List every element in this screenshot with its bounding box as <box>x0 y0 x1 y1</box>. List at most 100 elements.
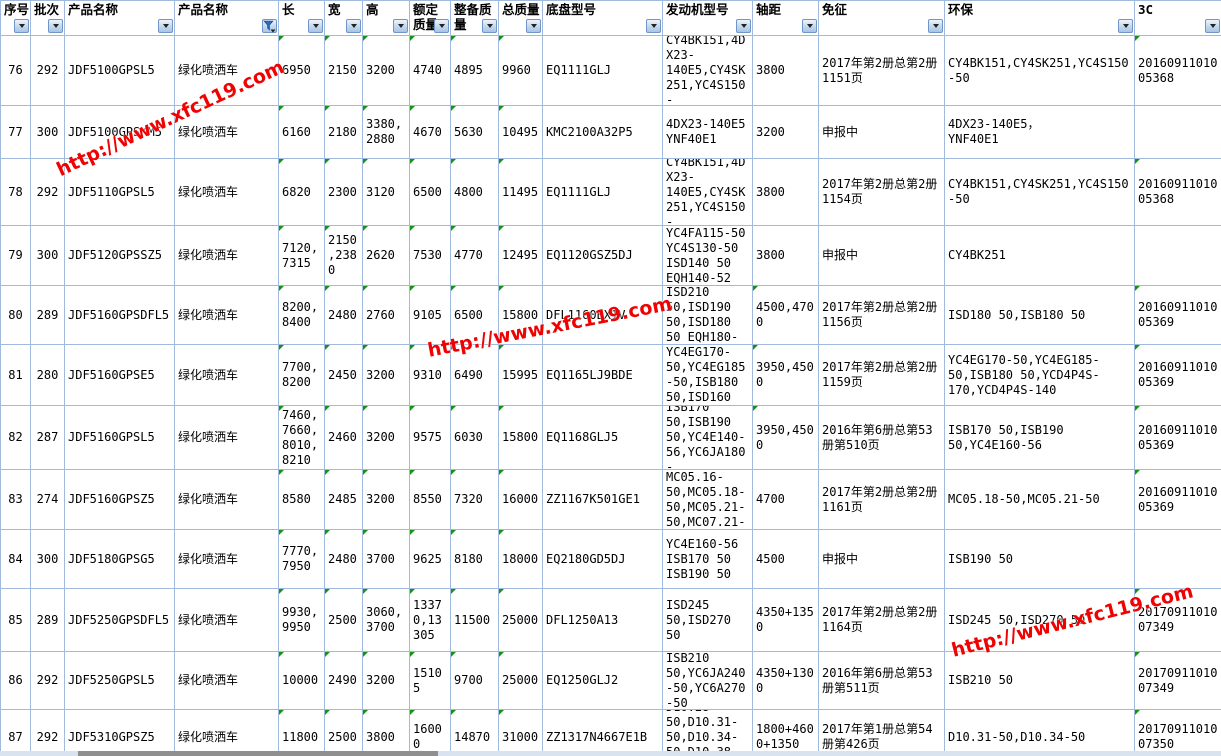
cell-chassis-model[interactable]: EQ1111GLJ <box>543 159 663 226</box>
cell-environmental[interactable]: CY4BK251 <box>945 226 1135 286</box>
cell-product-name[interactable]: 绿化喷洒车 <box>175 226 279 286</box>
cell-chassis-model[interactable]: ZZ1317N4667E1B <box>543 710 663 756</box>
cell-wheelbase[interactable]: 4350+1350 <box>753 589 819 652</box>
cell-exemption[interactable]: 申报中 <box>819 226 945 286</box>
cell-gross-mass[interactable]: 25000 <box>499 589 543 652</box>
cell-width[interactable]: 2500 <box>325 710 363 756</box>
cell-length[interactable]: 7120,7315 <box>279 226 325 286</box>
cell-width[interactable]: 2150,2380 <box>325 226 363 286</box>
cell-serial[interactable]: 81 <box>1 345 31 406</box>
cell-curb-mass[interactable]: 14870 <box>451 710 499 756</box>
cell-height[interactable]: 3200 <box>363 470 410 530</box>
cell-curb-mass[interactable]: 4895 <box>451 36 499 106</box>
cell-wheelbase[interactable]: 3950,4500 <box>753 345 819 406</box>
cell-exemption[interactable]: 2017年第2册总第2册1159页 <box>819 345 945 406</box>
cell-product-code[interactable]: JDF5110GPSL5 <box>65 159 175 226</box>
filter-dropdown-button[interactable] <box>928 19 943 33</box>
filter-dropdown-button[interactable] <box>1205 19 1220 33</box>
cell-batch[interactable]: 292 <box>31 159 65 226</box>
cell-wheelbase[interactable]: 3800 <box>753 226 819 286</box>
cell-curb-mass[interactable]: 6490 <box>451 345 499 406</box>
cell-rated-mass[interactable]: 8550 <box>410 470 451 530</box>
cell-width[interactable]: 2485 <box>325 470 363 530</box>
cell-product-name[interactable]: 绿化喷洒车 <box>175 652 279 710</box>
cell-serial[interactable]: 82 <box>1 406 31 470</box>
cell-wheelbase[interactable]: 3950,4500 <box>753 406 819 470</box>
cell-ccc[interactable]: 2016091101005368 <box>1135 159 1221 226</box>
header-curb-mass[interactable]: 整备质量 <box>451 1 499 36</box>
cell-height[interactable]: 2760 <box>363 286 410 345</box>
filter-dropdown-button[interactable] <box>308 19 323 33</box>
cell-environmental[interactable]: ISB170 50,ISB190 50,YC4E160-56 <box>945 406 1135 470</box>
cell-chassis-model[interactable]: EQ1168GLJ5 <box>543 406 663 470</box>
cell-length[interactable]: 9930,9950 <box>279 589 325 652</box>
header-length[interactable]: 长 <box>279 1 325 36</box>
cell-exemption[interactable]: 2017年第2册总第2册1161页 <box>819 470 945 530</box>
cell-wheelbase[interactable]: 1800+4600+1350 <box>753 710 819 756</box>
cell-ccc[interactable]: 2016091101005369 <box>1135 406 1221 470</box>
cell-environmental[interactable]: ISB210 50 <box>945 652 1135 710</box>
cell-chassis-model[interactable]: DFL1250A13 <box>543 589 663 652</box>
cell-length[interactable]: 7700,8200 <box>279 345 325 406</box>
cell-engine-model[interactable]: 4DX23-140E5 YNF40E1 <box>663 106 753 159</box>
cell-gross-mass[interactable]: 15995 <box>499 345 543 406</box>
cell-chassis-model[interactable]: EQ1111GLJ <box>543 36 663 106</box>
cell-rated-mass[interactable]: 6500 <box>410 159 451 226</box>
cell-height[interactable]: 3200 <box>363 36 410 106</box>
cell-width[interactable]: 2480 <box>325 530 363 589</box>
cell-engine-model[interactable]: D10.28-50,D10.31-50,D10.34-50,D10.38-50 <box>663 710 753 756</box>
cell-product-code[interactable]: JDF5250GPSDFL5 <box>65 589 175 652</box>
cell-length[interactable]: 6950 <box>279 36 325 106</box>
cell-batch[interactable]: 300 <box>31 226 65 286</box>
cell-chassis-model[interactable]: DFL1160BX1V <box>543 286 663 345</box>
cell-ccc[interactable]: 2016091101005369 <box>1135 286 1221 345</box>
cell-batch[interactable]: 289 <box>31 589 65 652</box>
cell-exemption[interactable]: 2017年第2册总第2册1151页 <box>819 36 945 106</box>
cell-curb-mass[interactable]: 5630 <box>451 106 499 159</box>
header-product-code[interactable]: 产品名称 <box>65 1 175 36</box>
filter-dropdown-button[interactable] <box>393 19 408 33</box>
cell-batch[interactable]: 300 <box>31 530 65 589</box>
cell-exemption[interactable]: 2017年第2册总第2册1154页 <box>819 159 945 226</box>
scrollbar-thumb[interactable] <box>78 751 438 756</box>
cell-rated-mass[interactable]: 13370,13305 <box>410 589 451 652</box>
filter-dropdown-button[interactable] <box>736 19 751 33</box>
cell-engine-model[interactable]: ISB170 50,ISB190 50,YC4E140-56,YC6JA180- <box>663 406 753 470</box>
cell-rated-mass[interactable]: 9310 <box>410 345 451 406</box>
cell-length[interactable]: 6160 <box>279 106 325 159</box>
cell-exemption[interactable]: 2017年第1册总第54册第426页 <box>819 710 945 756</box>
cell-gross-mass[interactable]: 18000 <box>499 530 543 589</box>
cell-length[interactable]: 10000 <box>279 652 325 710</box>
cell-engine-model[interactable]: YC4EG170-50,YC4EG185-50,ISB180 50,ISD160 <box>663 345 753 406</box>
cell-environmental[interactable]: D10.31-50,D10.34-50 <box>945 710 1135 756</box>
filter-dropdown-button[interactable] <box>346 19 361 33</box>
cell-width[interactable]: 2180 <box>325 106 363 159</box>
cell-environmental[interactable]: CY4BK151,CY4SK251,YC4S150-50 <box>945 36 1135 106</box>
cell-serial[interactable]: 83 <box>1 470 31 530</box>
cell-serial[interactable]: 79 <box>1 226 31 286</box>
cell-serial[interactable]: 76 <box>1 36 31 106</box>
cell-chassis-model[interactable]: EQ1120GSZ5DJ <box>543 226 663 286</box>
cell-product-code[interactable]: JDF5100GPSKM5 <box>65 106 175 159</box>
filter-dropdown-button[interactable] <box>434 19 449 33</box>
cell-engine-model[interactable]: ISD210 50,ISD190 50,ISD180 50 EQH180- <box>663 286 753 345</box>
cell-chassis-model[interactable]: KMC2100A32P5 <box>543 106 663 159</box>
cell-wheelbase[interactable]: 4350+1300 <box>753 652 819 710</box>
cell-product-code[interactable]: JDF5160GPSZ5 <box>65 470 175 530</box>
cell-chassis-model[interactable]: EQ2180GD5DJ <box>543 530 663 589</box>
cell-curb-mass[interactable]: 4800 <box>451 159 499 226</box>
cell-gross-mass[interactable]: 16000 <box>499 470 543 530</box>
cell-length[interactable]: 11800 <box>279 710 325 756</box>
cell-batch[interactable]: 300 <box>31 106 65 159</box>
header-height[interactable]: 高 <box>363 1 410 36</box>
cell-height[interactable]: 3200 <box>363 345 410 406</box>
cell-wheelbase[interactable]: 4500 <box>753 530 819 589</box>
cell-rated-mass[interactable]: 15105 <box>410 652 451 710</box>
cell-length[interactable]: 7460,7660,8010,8210 <box>279 406 325 470</box>
cell-gross-mass[interactable]: 15800 <box>499 286 543 345</box>
cell-ccc[interactable] <box>1135 106 1221 159</box>
cell-width[interactable]: 2300 <box>325 159 363 226</box>
header-gross-mass[interactable]: 总质量 <box>499 1 543 36</box>
cell-width[interactable]: 2490 <box>325 652 363 710</box>
cell-width[interactable]: 2500 <box>325 589 363 652</box>
